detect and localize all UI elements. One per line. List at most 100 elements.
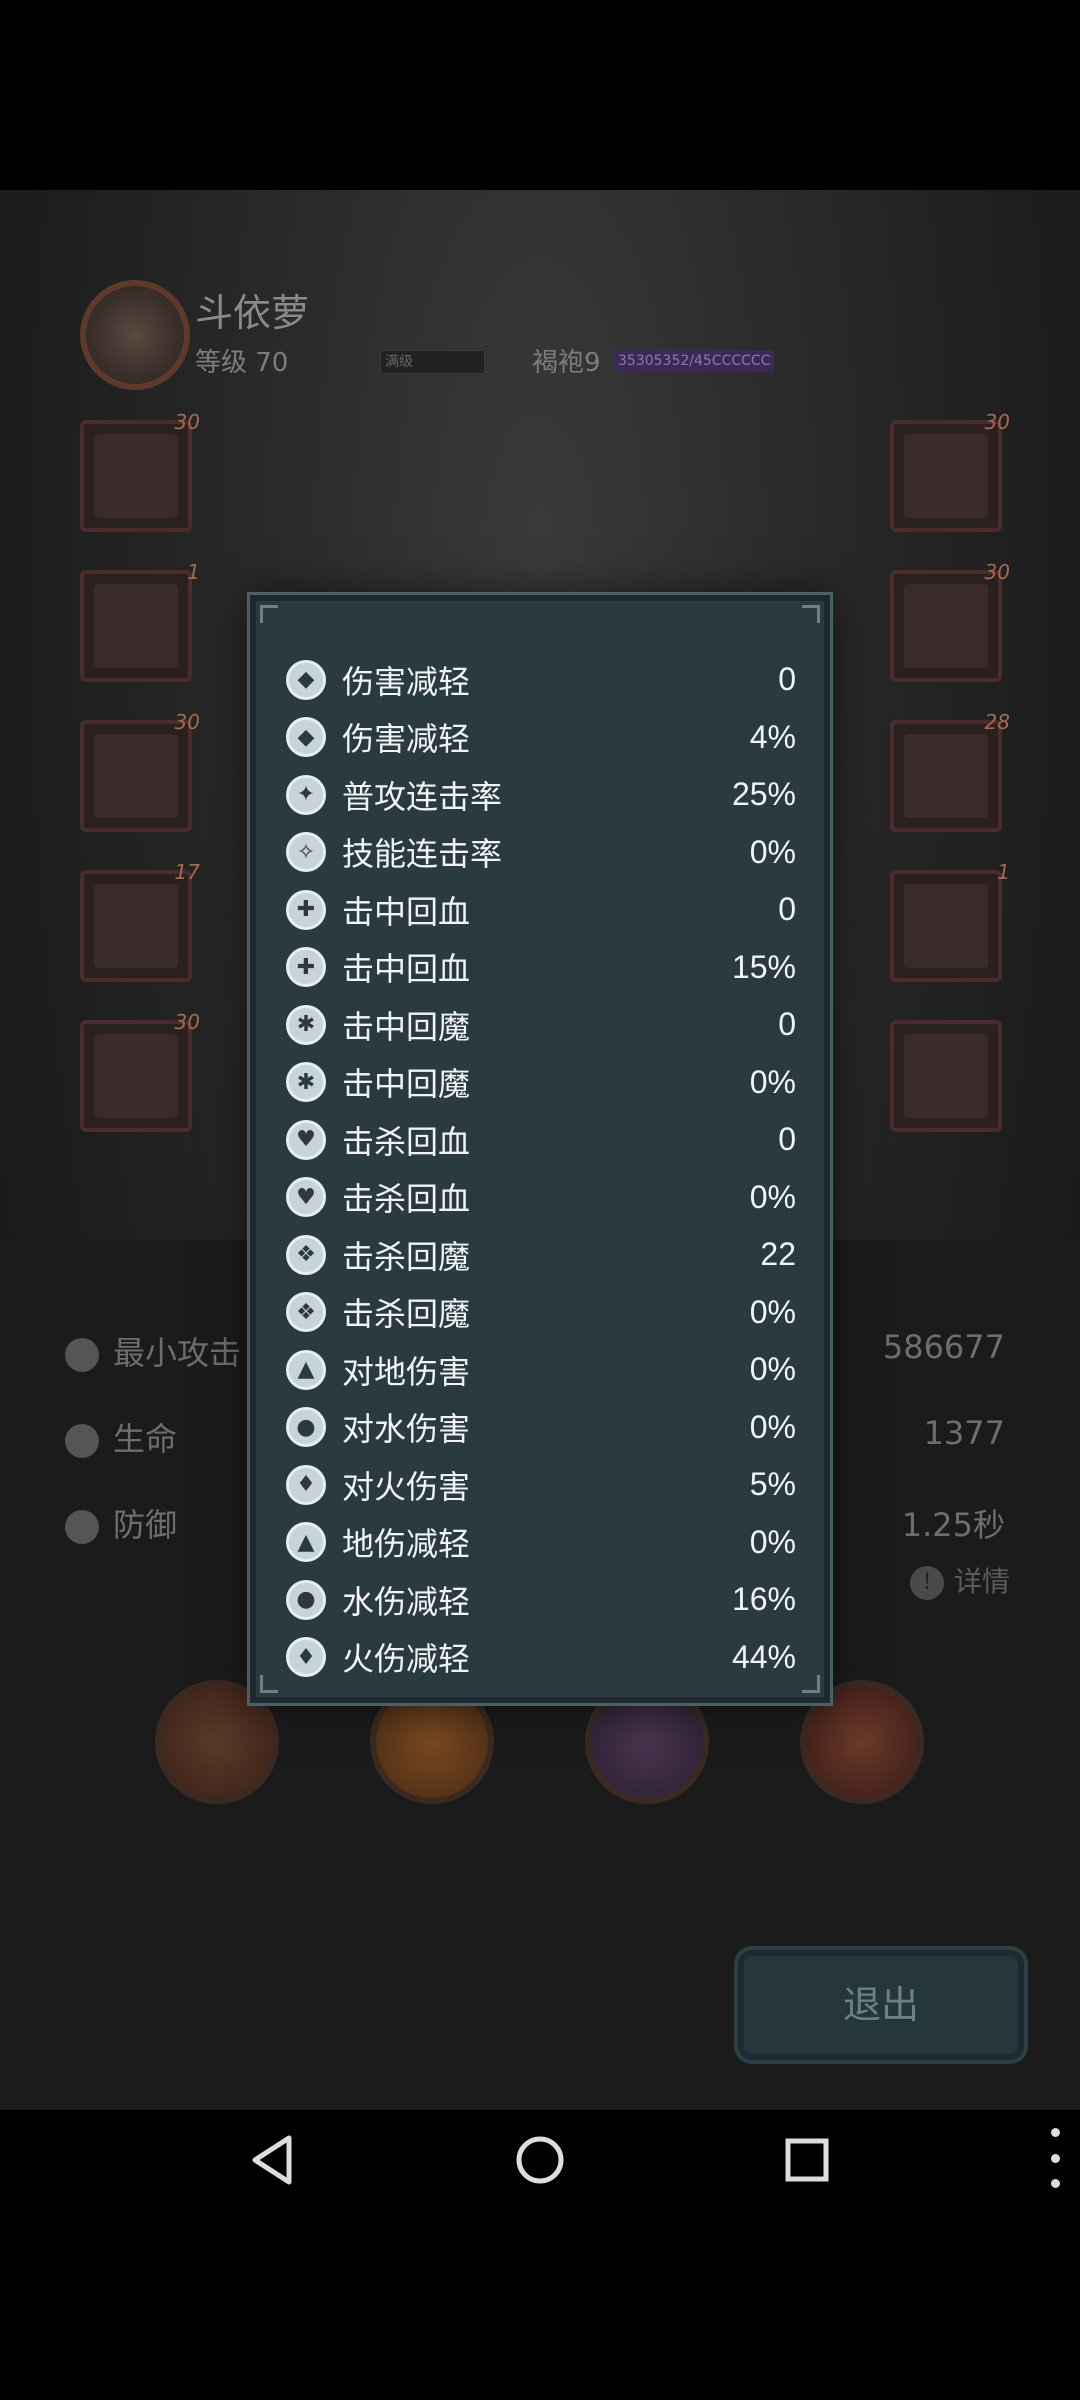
attr-value: 0 — [778, 661, 796, 698]
list-item: ✱ 击中回魔 0% — [286, 1054, 796, 1112]
list-item: ✚ 击中回血 0 — [286, 881, 796, 939]
equipment-icon — [904, 434, 988, 518]
player-name: 斗依萝 — [195, 291, 310, 335]
list-item: ▲ 地伤减轻 0% — [286, 1514, 796, 1572]
attr-name: 对水伤害 — [342, 1410, 471, 1449]
list-item: ✧ 技能连击率 0% — [286, 824, 796, 882]
equipment-slot-left-1[interactable]: 30 — [80, 410, 200, 532]
stat-min-attack: 最小攻击 — [65, 1328, 241, 1374]
attr-name: 对地伤害 — [342, 1352, 471, 1391]
more-options-icon[interactable] — [1050, 2128, 1060, 2188]
list-item: ▲ 对地伤害 0% — [286, 1341, 796, 1399]
title-label: 褐袍9 — [532, 348, 601, 378]
home-icon[interactable] — [510, 2130, 570, 2190]
attr-name: 击中回血 — [342, 892, 471, 931]
attr-value: 0% — [749, 1351, 796, 1388]
corner-ornament — [802, 605, 820, 623]
slot-level: 30 — [984, 560, 1010, 584]
equipment-slot-left-3[interactable]: 30 — [80, 710, 200, 832]
exit-button[interactable]: 退出 — [738, 1950, 1024, 2060]
equipment-icon — [94, 734, 178, 818]
equipment-icon — [94, 884, 178, 968]
equipment-slot-right-2[interactable]: 30 — [890, 560, 1010, 682]
detail-label: 详情 — [953, 1565, 1010, 1598]
attr-value: 4% — [749, 718, 796, 755]
equipment-slot-right-1[interactable]: 30 — [890, 410, 1010, 532]
equipment-icon — [904, 734, 988, 818]
stat-label: 防御 — [113, 1506, 178, 1544]
equipment-slot-right-5[interactable] — [890, 1020, 1002, 1132]
attr-name: 击杀回魔 — [342, 1237, 471, 1276]
equipment-slot-left-5[interactable]: 30 — [80, 1010, 200, 1132]
attr-name: 击中回魔 — [342, 1007, 471, 1046]
attr-value: 22 — [760, 1236, 796, 1273]
hit-mana-icon: ✱ — [286, 1004, 326, 1045]
slot-level: 30 — [174, 410, 200, 434]
avatar[interactable] — [80, 280, 190, 390]
attr-name: 击杀回魔 — [342, 1295, 471, 1334]
earth-icon: ▲ — [286, 1349, 326, 1390]
attr-name: 对火伤害 — [342, 1467, 471, 1506]
attr-name: 地伤减轻 — [342, 1525, 471, 1564]
kill-mana-icon: ❖ — [286, 1234, 326, 1275]
recent-apps-icon[interactable] — [777, 2130, 837, 2190]
hit-heal-icon: ✚ — [286, 889, 326, 930]
slot-level: 17 — [174, 860, 200, 884]
earth-resist-icon: ▲ — [286, 1522, 326, 1563]
list-item: ♥ 击杀回血 0 — [286, 1111, 796, 1169]
fire-icon: ♦ — [286, 1464, 326, 1505]
status-bar — [0, 0, 1080, 190]
equipment-slot-left-4[interactable]: 17 — [80, 860, 200, 982]
dot — [1050, 2153, 1060, 2163]
water-icon: ● — [286, 1407, 326, 1448]
equipment-icon — [94, 1034, 178, 1118]
info-icon: ! — [909, 1566, 944, 1600]
list-item: ❖ 击杀回魔 0% — [286, 1284, 796, 1342]
equipment-slot-right-4[interactable]: 1 — [890, 860, 1010, 982]
list-item: ♥ 击杀回血 0% — [286, 1169, 796, 1227]
list-item: ♦ 火伤减轻 44% — [286, 1629, 796, 1687]
attr-value: 44% — [731, 1638, 796, 1675]
list-item: ◆ 伤害减轻 0 — [286, 651, 796, 709]
list-item: ✱ 击中回魔 0 — [286, 996, 796, 1054]
corner-ornament — [260, 1675, 278, 1693]
attr-value: 0% — [749, 1293, 796, 1330]
stat-min-attack-value: 586677 — [882, 1328, 1005, 1366]
dot — [1050, 2128, 1060, 2137]
fire-resist-icon: ♦ — [286, 1637, 326, 1678]
attribute-list: ◆ 伤害减轻 0 ◆ 伤害减轻 4% ✦ 普攻连击率 25% ✧ 技能连击率 0… — [286, 651, 796, 1686]
attr-name: 击杀回血 — [342, 1180, 471, 1219]
back-icon[interactable] — [243, 2130, 303, 2190]
attr-value: 25% — [731, 776, 796, 813]
stat-hp-value: 1377 — [923, 1414, 1005, 1452]
attr-name: 伤害减轻 — [342, 720, 471, 759]
attr-value: 0% — [749, 1178, 796, 1215]
player-level: 等级 70 — [195, 348, 289, 378]
sword-icon — [65, 1338, 99, 1372]
attr-name: 击中回血 — [342, 950, 471, 989]
equipment-slot-right-3[interactable]: 28 — [890, 710, 1010, 832]
attr-value: 16% — [731, 1581, 796, 1618]
slot-level: 28 — [984, 710, 1010, 734]
stat-defense: 防御 — [65, 1500, 177, 1546]
hit-heal-icon: ✚ — [286, 947, 326, 988]
list-item: ❖ 击杀回魔 22 — [286, 1226, 796, 1284]
list-item: ✦ 普攻连击率 25% — [286, 766, 796, 824]
attr-value: 0 — [778, 1006, 796, 1043]
slot-level: 30 — [174, 1010, 200, 1034]
dot — [1050, 2179, 1060, 2188]
hit-mana-icon: ✱ — [286, 1062, 326, 1103]
combo-icon: ✦ — [286, 774, 326, 815]
water-resist-icon: ● — [286, 1579, 326, 1620]
attr-name: 火伤减轻 — [342, 1640, 471, 1679]
detail-link[interactable]: ! 详情 — [909, 1560, 1010, 1600]
xp-bar: 满级 — [380, 350, 485, 374]
equipment-slot-left-2[interactable]: 1 — [80, 560, 200, 682]
stat-defense-value: 1.25秒 — [901, 1506, 1005, 1544]
slot-level: 30 — [984, 410, 1010, 434]
navigation-bar — [0, 2110, 1080, 2210]
stat-label: 最小攻击 — [113, 1334, 242, 1372]
title-progress-bar: 35305352/45CCCCCC — [614, 350, 774, 372]
attr-name: 击中回魔 — [342, 1065, 471, 1104]
list-item: ◆ 伤害减轻 4% — [286, 709, 796, 767]
